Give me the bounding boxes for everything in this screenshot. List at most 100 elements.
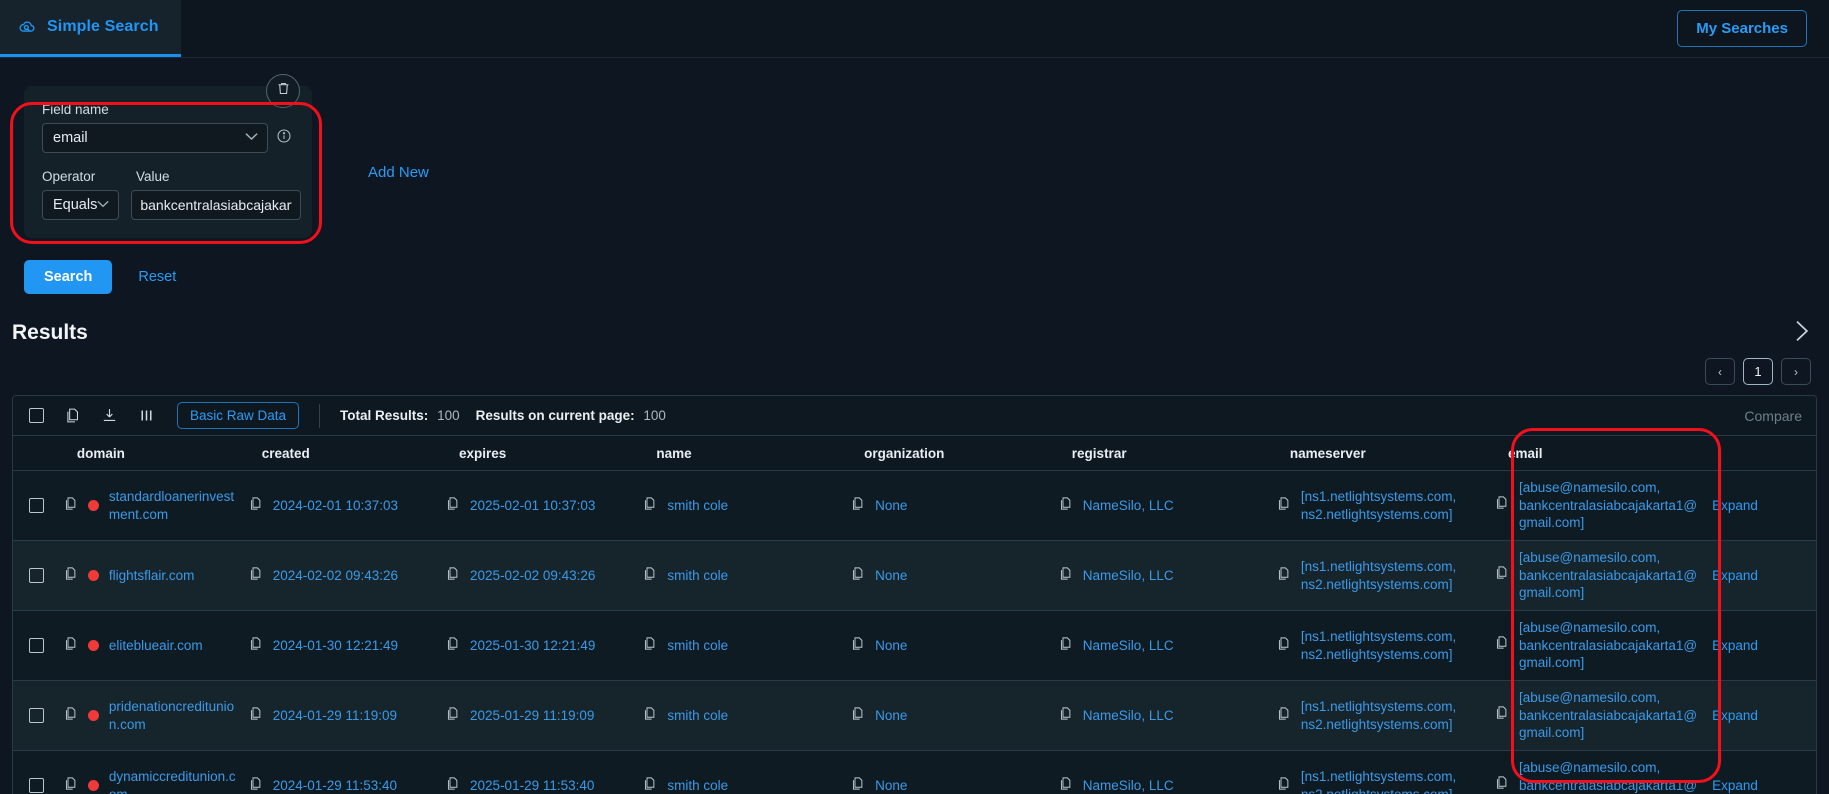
copy-icon[interactable]	[1494, 565, 1509, 585]
cell-value-registrar[interactable]: NameSilo, LLC	[1083, 567, 1174, 585]
cell-value-email[interactable]: [abuse@namesilo.com, bankcentralasiabcaj…	[1519, 759, 1702, 794]
cell-value-domain[interactable]: standardloanerinvestment.com	[109, 488, 238, 523]
copy-icon[interactable]	[248, 566, 263, 586]
cell-value-created[interactable]: 2024-01-29 11:19:09	[273, 707, 397, 725]
expand-row-button[interactable]: Expand	[1712, 568, 1758, 583]
copy-icon[interactable]	[248, 636, 263, 656]
cell-value-nameserver[interactable]: [ns1.netlightsystems.com, ns2.netlightsy…	[1301, 488, 1484, 523]
cell-value-email[interactable]: [abuse@namesilo.com, bankcentralasiabcaj…	[1519, 689, 1702, 742]
copy-icon[interactable]	[445, 706, 460, 726]
row-checkbox[interactable]	[29, 498, 44, 513]
cell-value-registrar[interactable]: NameSilo, LLC	[1083, 637, 1174, 655]
row-checkbox[interactable]	[29, 638, 44, 653]
copy-icon[interactable]	[642, 776, 657, 794]
cell-value-registrar[interactable]: NameSilo, LLC	[1083, 497, 1174, 515]
cell-value-nameserver[interactable]: [ns1.netlightsystems.com, ns2.netlightsy…	[1301, 768, 1484, 794]
expand-row-button[interactable]: Expand	[1712, 498, 1758, 513]
cell-value-name[interactable]: smith cole	[667, 567, 728, 585]
cell-value-domain[interactable]: pridenationcreditunion.com	[109, 698, 238, 733]
pagination-next[interactable]: ›	[1781, 358, 1811, 385]
copy-icon[interactable]	[445, 496, 460, 516]
copy-icon[interactable]	[642, 706, 657, 726]
cell-value-created[interactable]: 2024-02-02 09:43:26	[273, 567, 398, 585]
copy-icon[interactable]	[1276, 706, 1291, 726]
select-all-checkbox[interactable]	[29, 408, 44, 423]
cell-value-email[interactable]: [abuse@namesilo.com, bankcentralasiabcaj…	[1519, 619, 1702, 672]
download-icon[interactable]	[101, 407, 118, 424]
my-searches-button[interactable]: My Searches	[1677, 10, 1807, 47]
copy-icon[interactable]	[63, 706, 78, 726]
header-email[interactable]: email	[1493, 436, 1713, 471]
copy-icon[interactable]	[1058, 636, 1073, 656]
table-row[interactable]: eliteblueair.com 2024-01-30 12:21:49 2025-…	[13, 610, 1816, 681]
copy-icon[interactable]	[850, 496, 865, 516]
copy-icon[interactable]	[248, 776, 263, 794]
cell-value-created[interactable]: 2024-01-30 12:21:49	[273, 637, 398, 655]
cell-value-organization[interactable]: None	[875, 777, 907, 794]
copy-icon[interactable]	[1494, 495, 1509, 515]
table-row[interactable]: dynamiccreditunion.com 2024-01-29 11:53:4…	[13, 750, 1816, 794]
collapse-results-button[interactable]	[1794, 320, 1811, 346]
cell-value-expires[interactable]: 2025-02-01 10:37:03	[470, 497, 595, 515]
cell-value-expires[interactable]: 2025-01-29 11:53:40	[470, 777, 594, 794]
copy-icon[interactable]	[642, 636, 657, 656]
copy-icon[interactable]	[1276, 636, 1291, 656]
cell-value-expires[interactable]: 2025-01-30 12:21:49	[470, 637, 595, 655]
cell-value-registrar[interactable]: NameSilo, LLC	[1083, 707, 1174, 725]
copy-icon[interactable]	[1494, 775, 1509, 794]
header-domain[interactable]: domain	[62, 436, 248, 471]
copy-icon[interactable]	[445, 566, 460, 586]
header-organization[interactable]: organization	[850, 436, 1058, 471]
copy-icon[interactable]	[1058, 496, 1073, 516]
row-checkbox[interactable]	[29, 568, 44, 583]
header-registrar[interactable]: registrar	[1057, 436, 1276, 471]
cell-value-domain[interactable]: dynamiccreditunion.com	[109, 768, 238, 794]
row-checkbox[interactable]	[29, 708, 44, 723]
copy-icon[interactable]	[1276, 496, 1291, 516]
table-row[interactable]: standardloanerinvestment.com 2024-02-01 1…	[13, 470, 1816, 541]
copy-icon[interactable]	[63, 566, 78, 586]
cell-value-domain[interactable]: flightsflair.com	[109, 567, 195, 585]
row-checkbox[interactable]	[29, 778, 44, 793]
expand-row-button[interactable]: Expand	[1712, 638, 1758, 653]
info-icon[interactable]	[276, 128, 292, 149]
copy-icon[interactable]	[445, 636, 460, 656]
expand-row-button[interactable]: Expand	[1712, 778, 1758, 793]
compare-button[interactable]: Compare	[1744, 408, 1802, 424]
field-name-select[interactable]: email	[42, 123, 268, 153]
columns-icon[interactable]	[138, 407, 155, 424]
cell-value-name[interactable]: smith cole	[667, 777, 728, 794]
delete-condition-button[interactable]	[266, 74, 300, 108]
copy-icon[interactable]	[850, 636, 865, 656]
table-row[interactable]: flightsflair.com 2024-02-02 09:43:26 2025-…	[13, 540, 1816, 611]
copy-icon[interactable]	[64, 407, 81, 424]
cell-value-created[interactable]: 2024-01-29 11:53:40	[273, 777, 397, 794]
cell-value-expires[interactable]: 2025-01-29 11:19:09	[470, 707, 594, 725]
copy-icon[interactable]	[63, 496, 78, 516]
value-input[interactable]	[131, 190, 302, 220]
copy-icon[interactable]	[248, 496, 263, 516]
copy-icon[interactable]	[850, 566, 865, 586]
search-button[interactable]: Search	[24, 260, 113, 294]
copy-icon[interactable]	[63, 776, 78, 794]
header-expires[interactable]: expires	[445, 436, 643, 471]
copy-icon[interactable]	[445, 776, 460, 794]
tab-simple-search[interactable]: Simple Search	[0, 0, 181, 57]
copy-icon[interactable]	[850, 776, 865, 794]
cell-value-email[interactable]: [abuse@namesilo.com, bankcentralasiabcaj…	[1519, 549, 1702, 602]
cell-value-domain[interactable]: eliteblueair.com	[109, 637, 203, 655]
header-created[interactable]: created	[247, 436, 446, 471]
basic-raw-data-button[interactable]: Basic Raw Data	[177, 402, 300, 429]
cell-value-organization[interactable]: None	[875, 637, 907, 655]
cell-value-nameserver[interactable]: [ns1.netlightsystems.com, ns2.netlightsy…	[1301, 628, 1484, 663]
table-row[interactable]: pridenationcreditunion.com 2024-01-29 11:…	[13, 680, 1816, 751]
cell-value-organization[interactable]: None	[875, 707, 907, 725]
cell-value-organization[interactable]: None	[875, 497, 907, 515]
cell-value-nameserver[interactable]: [ns1.netlightsystems.com, ns2.netlightsy…	[1301, 558, 1484, 593]
copy-icon[interactable]	[1058, 566, 1073, 586]
copy-icon[interactable]	[850, 706, 865, 726]
pagination-page-1[interactable]: 1	[1743, 358, 1773, 385]
copy-icon[interactable]	[1276, 776, 1291, 794]
cell-value-name[interactable]: smith cole	[667, 707, 728, 725]
cell-value-name[interactable]: smith cole	[667, 637, 728, 655]
